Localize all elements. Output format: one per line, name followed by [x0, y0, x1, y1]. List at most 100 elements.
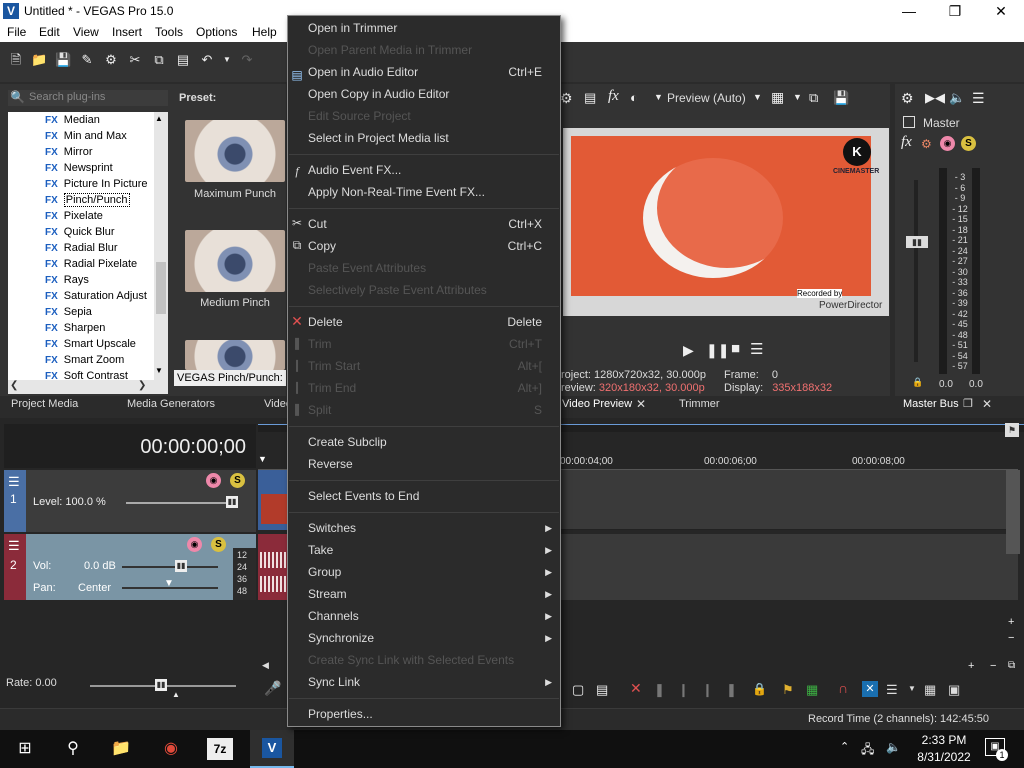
- record-icon[interactable]: 🎤: [264, 680, 281, 697]
- undo-dropdown-icon[interactable]: ▼: [219, 52, 235, 68]
- split-icon[interactable]: ❚: [726, 682, 737, 698]
- menu-item-open-copy-in-audio-editor[interactable]: Open Copy in Audio Editor: [308, 84, 449, 104]
- tab-media-generators[interactable]: Media Generators: [127, 398, 215, 410]
- vol-slider-handle[interactable]: ▮▮: [175, 560, 187, 572]
- menu-item-reverse[interactable]: Reverse: [308, 454, 353, 474]
- selection-tool-icon[interactable]: ▢: [572, 682, 584, 698]
- list-item[interactable]: FX Newsprint: [45, 162, 113, 178]
- zoom-out-h-icon[interactable]: −: [990, 660, 996, 672]
- clock-date[interactable]: 8/31/2022: [914, 750, 974, 764]
- list-item[interactable]: FX Mirror: [45, 146, 93, 162]
- list-item[interactable]: FX Min and Max: [45, 130, 127, 146]
- menu-item-delete[interactable]: Delete: [308, 312, 343, 332]
- list-item[interactable]: FX Smart Upscale: [45, 338, 136, 354]
- minimize-button[interactable]: —: [886, 0, 932, 22]
- preview-fx-list-icon[interactable]: ▤: [584, 90, 596, 106]
- chevron-down-icon[interactable]: ▼: [793, 92, 802, 102]
- ripple-mode-icon[interactable]: ☰: [886, 682, 898, 698]
- lock-icon[interactable]: 🔒: [912, 377, 923, 388]
- menu-item-open-in-audio-editor[interactable]: Open in Audio Editor: [308, 62, 418, 82]
- list-item[interactable]: FX Soft Contrast: [45, 370, 128, 380]
- menu-item-audio-event-fx[interactable]: Audio Event FX...: [308, 160, 401, 180]
- volume-icon[interactable]: 🔈: [886, 740, 901, 754]
- level-slider-handle[interactable]: ▮▮: [226, 496, 238, 508]
- menu-item-split[interactable]: Split: [308, 400, 331, 420]
- audio-track-header[interactable]: ☰ 2 ◉ S Vol: 0.0 dB ▮▮ Pan: Center ▼ 12 …: [4, 534, 256, 600]
- master-fader-handle[interactable]: ▮▮: [906, 236, 928, 248]
- mute-icon[interactable]: ◉: [187, 537, 202, 552]
- menu-item-paste-event-attributes[interactable]: Paste Event Attributes: [308, 258, 426, 278]
- menu-icon[interactable]: ☰: [750, 340, 763, 358]
- maximize-icon[interactable]: ❐: [963, 397, 973, 410]
- timeline-vscrollbar[interactable]: [1006, 470, 1020, 554]
- chevron-down-icon[interactable]: ▼: [908, 684, 916, 693]
- menu-item-group[interactable]: Group: [308, 562, 341, 582]
- list-item[interactable]: FX Median: [45, 114, 100, 130]
- level-slider[interactable]: [126, 502, 236, 504]
- menu-file[interactable]: File: [7, 25, 26, 39]
- tab-video-preview[interactable]: Video Preview: [562, 398, 632, 410]
- list-item[interactable]: FX Sharpen: [45, 322, 105, 338]
- menu-help[interactable]: Help: [252, 25, 277, 39]
- search-icon[interactable]: ⚲: [58, 734, 88, 764]
- chevron-down-icon[interactable]: ▼: [753, 92, 762, 102]
- close-icon[interactable]: ✕: [982, 397, 992, 411]
- menu-item-stream[interactable]: Stream: [308, 584, 347, 604]
- menu-options[interactable]: Options: [196, 25, 237, 39]
- menu-item-selectively-paste[interactable]: Selectively Paste Event Attributes: [308, 280, 487, 300]
- region-tool-icon[interactable]: ▦: [806, 682, 818, 698]
- menu-item-create-sync-link[interactable]: Create Sync Link with Selected Events: [308, 650, 514, 670]
- menu-view[interactable]: View: [73, 25, 99, 39]
- copy-icon[interactable]: ⧉: [151, 52, 167, 68]
- file-explorer-icon[interactable]: 📁: [106, 734, 136, 764]
- menu-item-open-parent-media[interactable]: Open Parent Media in Trimmer: [308, 40, 472, 60]
- tab-master-bus[interactable]: Master Bus: [903, 398, 959, 410]
- menu-edit[interactable]: Edit: [39, 25, 60, 39]
- envelope-tool-icon[interactable]: ▤: [596, 682, 608, 698]
- menu-item-sync-link[interactable]: Sync Link: [308, 672, 360, 692]
- network-icon[interactable]: 🖧: [861, 740, 874, 761]
- solo-icon[interactable]: S: [211, 537, 226, 552]
- video-event[interactable]: [258, 470, 288, 530]
- menu-item-apply-nrt-event-fx[interactable]: Apply Non-Real-Time Event FX...: [308, 182, 485, 202]
- open-icon[interactable]: 📁: [31, 52, 47, 68]
- list-item[interactable]: FX Picture In Picture: [45, 178, 148, 194]
- track-menu-icon[interactable]: ☰: [8, 474, 20, 490]
- master-mute-icon[interactable]: ▶◀: [925, 90, 945, 106]
- menu-item-cut[interactable]: Cut: [308, 214, 327, 234]
- preview-settings-icon[interactable]: ⚙: [560, 90, 573, 107]
- tab-trimmer[interactable]: Trimmer: [679, 398, 720, 410]
- video-fx-icon[interactable]: fx: [608, 88, 619, 105]
- vol-slider[interactable]: [122, 566, 218, 568]
- list-item[interactable]: FX Sepia: [45, 306, 92, 322]
- solo-icon[interactable]: S: [230, 473, 245, 488]
- list-item[interactable]: FX Radial Blur: [45, 242, 118, 258]
- playhead-icon[interactable]: ▼: [258, 454, 267, 464]
- list-item[interactable]: FX Saturation Adjust: [45, 290, 147, 306]
- menu-item-trim-end[interactable]: Trim End: [308, 378, 356, 398]
- clock-time[interactable]: 2:33 PM: [914, 733, 974, 747]
- preset-thumbnail[interactable]: [185, 230, 285, 292]
- menu-item-trim[interactable]: Trim: [308, 334, 332, 354]
- overlays-icon[interactable]: ▦: [771, 89, 784, 106]
- list-item[interactable]: FX Quick Blur: [45, 226, 115, 242]
- master-solo-icon[interactable]: S: [961, 136, 976, 151]
- menu-item-properties[interactable]: Properties...: [308, 704, 373, 724]
- save-as-icon[interactable]: ✎: [79, 52, 95, 68]
- menu-tools[interactable]: Tools: [155, 25, 183, 39]
- master-fx-icon[interactable]: fx: [901, 134, 912, 151]
- master-eq-icon[interactable]: ☰: [972, 90, 985, 107]
- new-icon[interactable]: 🗎: [8, 52, 24, 68]
- maximize-button[interactable]: ❐: [932, 0, 978, 22]
- scroll-up-icon[interactable]: ▲: [155, 114, 163, 123]
- marker-tool-icon[interactable]: ⚑: [782, 682, 794, 698]
- vegas-taskbar-button[interactable]: V: [250, 730, 294, 768]
- delete-tool-icon[interactable]: ✕: [630, 680, 642, 697]
- stop-icon[interactable]: ■: [731, 340, 740, 357]
- menu-item-trim-start[interactable]: Trim Start: [308, 356, 360, 376]
- undo-icon[interactable]: ↶: [199, 52, 215, 68]
- menu-item-switches[interactable]: Switches: [308, 518, 356, 538]
- master-settings-icon[interactable]: ⚙: [901, 90, 914, 107]
- list-item[interactable]: FX Smart Zoom: [45, 354, 124, 370]
- menu-item-select-events-to-end[interactable]: Select Events to End: [308, 486, 419, 506]
